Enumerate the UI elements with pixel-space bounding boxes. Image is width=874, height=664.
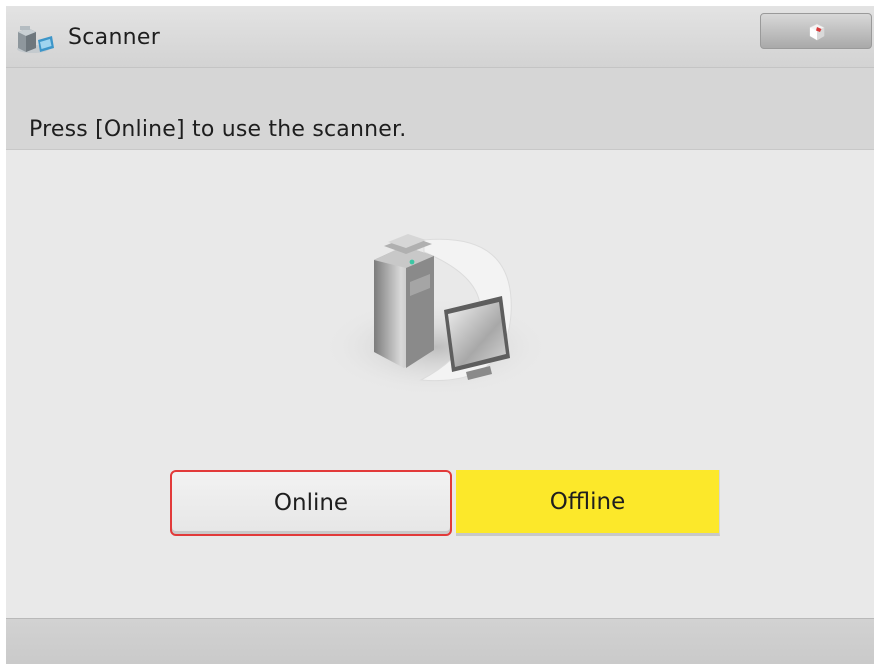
window-title: Scanner bbox=[68, 25, 161, 50]
title-bar: Scanner bbox=[6, 6, 874, 68]
content-area: Online Offline bbox=[6, 150, 874, 618]
instruction-bar: Press [Online] to use the scanner. bbox=[6, 68, 874, 150]
offline-button[interactable]: Offline bbox=[456, 470, 720, 536]
cube-icon bbox=[809, 23, 825, 41]
online-button[interactable]: Online bbox=[170, 470, 452, 536]
offline-button-label: Offline bbox=[549, 488, 626, 515]
corner-menu-button[interactable] bbox=[760, 13, 872, 49]
scanner-computer-icon bbox=[321, 234, 551, 397]
status-bar bbox=[6, 618, 874, 664]
online-button-label: Online bbox=[273, 490, 349, 516]
scanner-screen: Scanner Press [Online] to use the scanne… bbox=[6, 6, 874, 664]
instruction-text: Press [Online] to use the scanner. bbox=[29, 117, 407, 142]
scanner-icon bbox=[17, 26, 54, 53]
